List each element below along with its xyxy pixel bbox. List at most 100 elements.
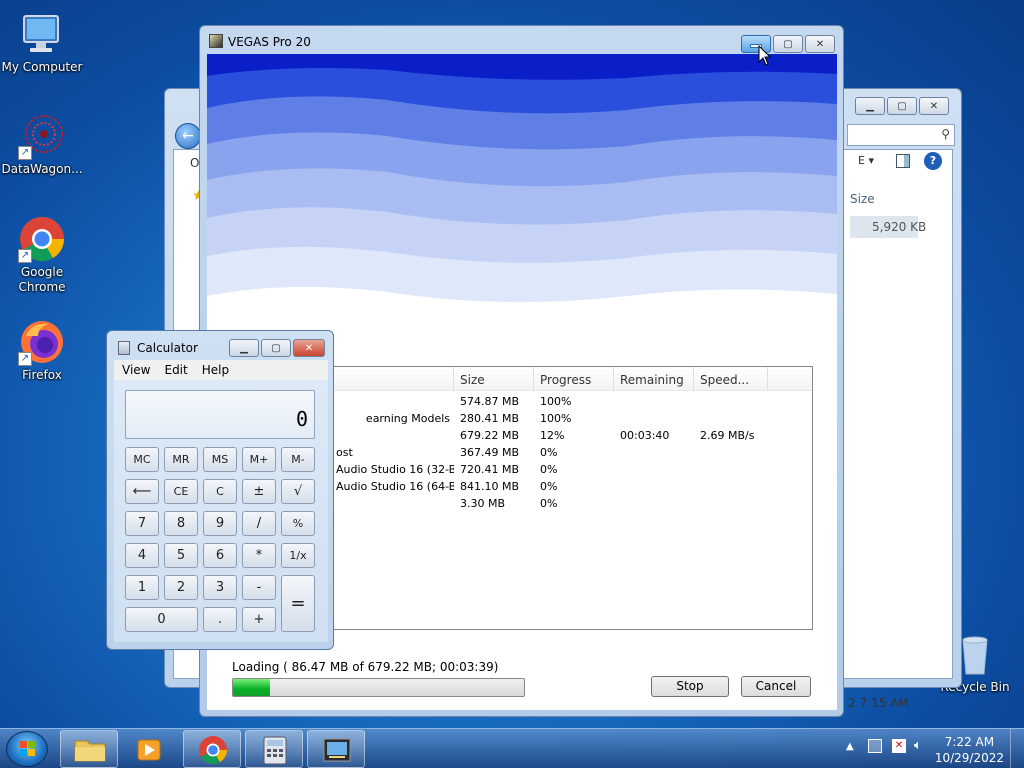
key-sqrt[interactable]: √ — [281, 479, 315, 504]
menu-view[interactable]: View — [122, 363, 150, 377]
stop-button[interactable]: Stop — [651, 676, 729, 697]
file-size-cell: 5,920 KB — [872, 220, 927, 234]
window-title: VEGAS Pro 20 — [228, 35, 311, 49]
maximize-button[interactable]: ▢ — [773, 35, 803, 53]
menu-bar: View Edit Help — [114, 360, 328, 380]
close-button[interactable]: ✕ — [293, 339, 325, 357]
desktop-icon-firefox[interactable]: ↗ Firefox — [0, 318, 84, 383]
help-icon[interactable]: ? — [924, 152, 942, 170]
desktop-icon-my-computer[interactable]: My Computer — [0, 10, 84, 75]
taskbar: ▲ ✕ 🔈︎ 7:22 AM 10/29/2022 — [0, 728, 1024, 768]
desktop-icon-label: Google Chrome — [18, 265, 66, 294]
menu-help[interactable]: Help — [202, 363, 229, 377]
column-header-remaining[interactable]: Remaining — [614, 367, 694, 390]
column-header-progress[interactable]: Progress — [534, 367, 614, 390]
cancel-button[interactable]: Cancel — [741, 676, 811, 697]
close-button[interactable]: ✕ — [805, 35, 835, 53]
key-m-plus[interactable]: M+ — [242, 447, 276, 472]
taskbar-explorer[interactable] — [60, 730, 118, 768]
media-player-icon — [137, 739, 161, 761]
show-desktop-button[interactable] — [1010, 729, 1024, 768]
back-button[interactable]: ← — [175, 123, 201, 149]
key-c[interactable]: C — [203, 479, 237, 504]
computer-icon — [18, 10, 66, 58]
desktop-icon-google-chrome[interactable]: ↗ Google Chrome — [0, 215, 84, 295]
vegas-banner — [207, 54, 837, 324]
key-6[interactable]: 6 — [203, 543, 237, 568]
date-modified-cell: 2 7:15 AM — [848, 696, 909, 710]
minimize-button[interactable]: ▁ — [855, 97, 885, 115]
shortcut-arrow-icon: ↗ — [18, 249, 32, 263]
column-header-name[interactable] — [330, 367, 454, 390]
key-percent[interactable]: % — [281, 511, 315, 536]
taskbar-calculator[interactable] — [245, 730, 303, 768]
maximize-button[interactable]: ▢ — [887, 97, 917, 115]
list-item[interactable]: Audio Studio 16 (32-Bit) 720.41 MB 0% — [330, 461, 812, 478]
chrome-icon — [199, 736, 227, 764]
key-multiply[interactable]: * — [242, 543, 276, 568]
key-subtract[interactable]: - — [242, 575, 276, 600]
key-add[interactable]: + — [242, 607, 276, 632]
list-item[interactable]: earning Models 280.41 MB 100% — [330, 410, 812, 427]
list-item[interactable]: 3.30 MB 0% — [330, 495, 812, 512]
list-item[interactable]: Audio Studio 16 (64-Bit) 841.10 MB 0% — [330, 478, 812, 495]
key-equals[interactable]: = — [281, 575, 315, 632]
taskbar-vegas[interactable] — [307, 730, 365, 768]
key-ms[interactable]: MS — [203, 447, 237, 472]
key-decimal[interactable]: . — [203, 607, 237, 632]
column-header-size[interactable]: Size — [850, 192, 875, 206]
taskbar-chrome[interactable] — [183, 730, 241, 768]
key-4[interactable]: 4 — [125, 543, 159, 568]
key-backspace[interactable]: ⟵ — [125, 479, 159, 504]
start-button[interactable] — [6, 731, 48, 767]
key-mr[interactable]: MR — [164, 447, 198, 472]
key-9[interactable]: 9 — [203, 511, 237, 536]
search-icon: ⚲ — [941, 127, 950, 141]
list-item[interactable]: ost 367.49 MB 0% — [330, 444, 812, 461]
preview-pane-icon[interactable] — [896, 154, 910, 168]
search-box[interactable]: ⚲ — [847, 124, 955, 146]
key-8[interactable]: 8 — [164, 511, 198, 536]
column-header-speed[interactable]: Speed... — [694, 367, 768, 390]
list-item[interactable]: 679.22 MB 12% 00:03:40 2.69 MB/s — [330, 427, 812, 444]
maximize-button[interactable]: ▢ — [261, 339, 291, 357]
calculator-window[interactable]: Calculator ▁ ▢ ✕ View Edit Help 0 MC MR … — [106, 330, 334, 650]
windows-logo-icon — [20, 741, 35, 756]
minimize-button[interactable]: ▁ — [229, 339, 259, 357]
taskbar-media-player[interactable] — [121, 730, 179, 768]
action-center-icon[interactable]: ✕ — [892, 739, 906, 753]
system-tray: ▲ ✕ 🔈︎ 7:22 AM 10/29/2022 — [824, 729, 1024, 768]
folder-icon — [74, 740, 106, 762]
desktop-icon-label: DataWagon... — [1, 162, 83, 176]
key-ce[interactable]: CE — [164, 479, 198, 504]
key-7[interactable]: 7 — [125, 511, 159, 536]
volume-icon[interactable]: 🔈︎ — [914, 738, 922, 753]
clock[interactable]: 7:22 AM 10/29/2022 — [935, 734, 1004, 766]
key-m-minus[interactable]: M- — [281, 447, 315, 472]
view-options-button[interactable]: E ▾ — [858, 154, 874, 167]
clock-date: 10/29/2022 — [934, 751, 1004, 765]
desktop-icon-datawagon[interactable]: ↗ DataWagon... — [0, 112, 84, 177]
key-plus-minus[interactable]: ± — [242, 479, 276, 504]
download-progress-bar — [232, 678, 525, 697]
show-hidden-icons-icon[interactable]: ▲ — [846, 741, 854, 752]
list-item[interactable]: 574.87 MB 100% — [330, 393, 812, 410]
key-2[interactable]: 2 — [164, 575, 198, 600]
key-reciprocal[interactable]: 1/x — [281, 543, 315, 568]
column-header-size[interactable]: Size — [454, 367, 534, 390]
close-button[interactable]: ✕ — [919, 97, 949, 115]
vegas-icon — [323, 738, 351, 762]
key-1[interactable]: 1 — [125, 575, 159, 600]
network-icon[interactable] — [868, 739, 882, 753]
clock-time: 7:22 AM — [944, 735, 995, 749]
key-divide[interactable]: / — [242, 511, 276, 536]
wave-graphic — [207, 54, 837, 324]
menu-edit[interactable]: Edit — [164, 363, 187, 377]
key-mc[interactable]: MC — [125, 447, 159, 472]
vegas-app-icon — [209, 34, 223, 48]
key-5[interactable]: 5 — [164, 543, 198, 568]
key-0[interactable]: 0 — [125, 607, 198, 632]
download-list[interactable]: Size Progress Remaining Speed... 574.87 … — [329, 366, 813, 630]
key-3[interactable]: 3 — [203, 575, 237, 600]
shortcut-arrow-icon: ↗ — [18, 146, 32, 160]
